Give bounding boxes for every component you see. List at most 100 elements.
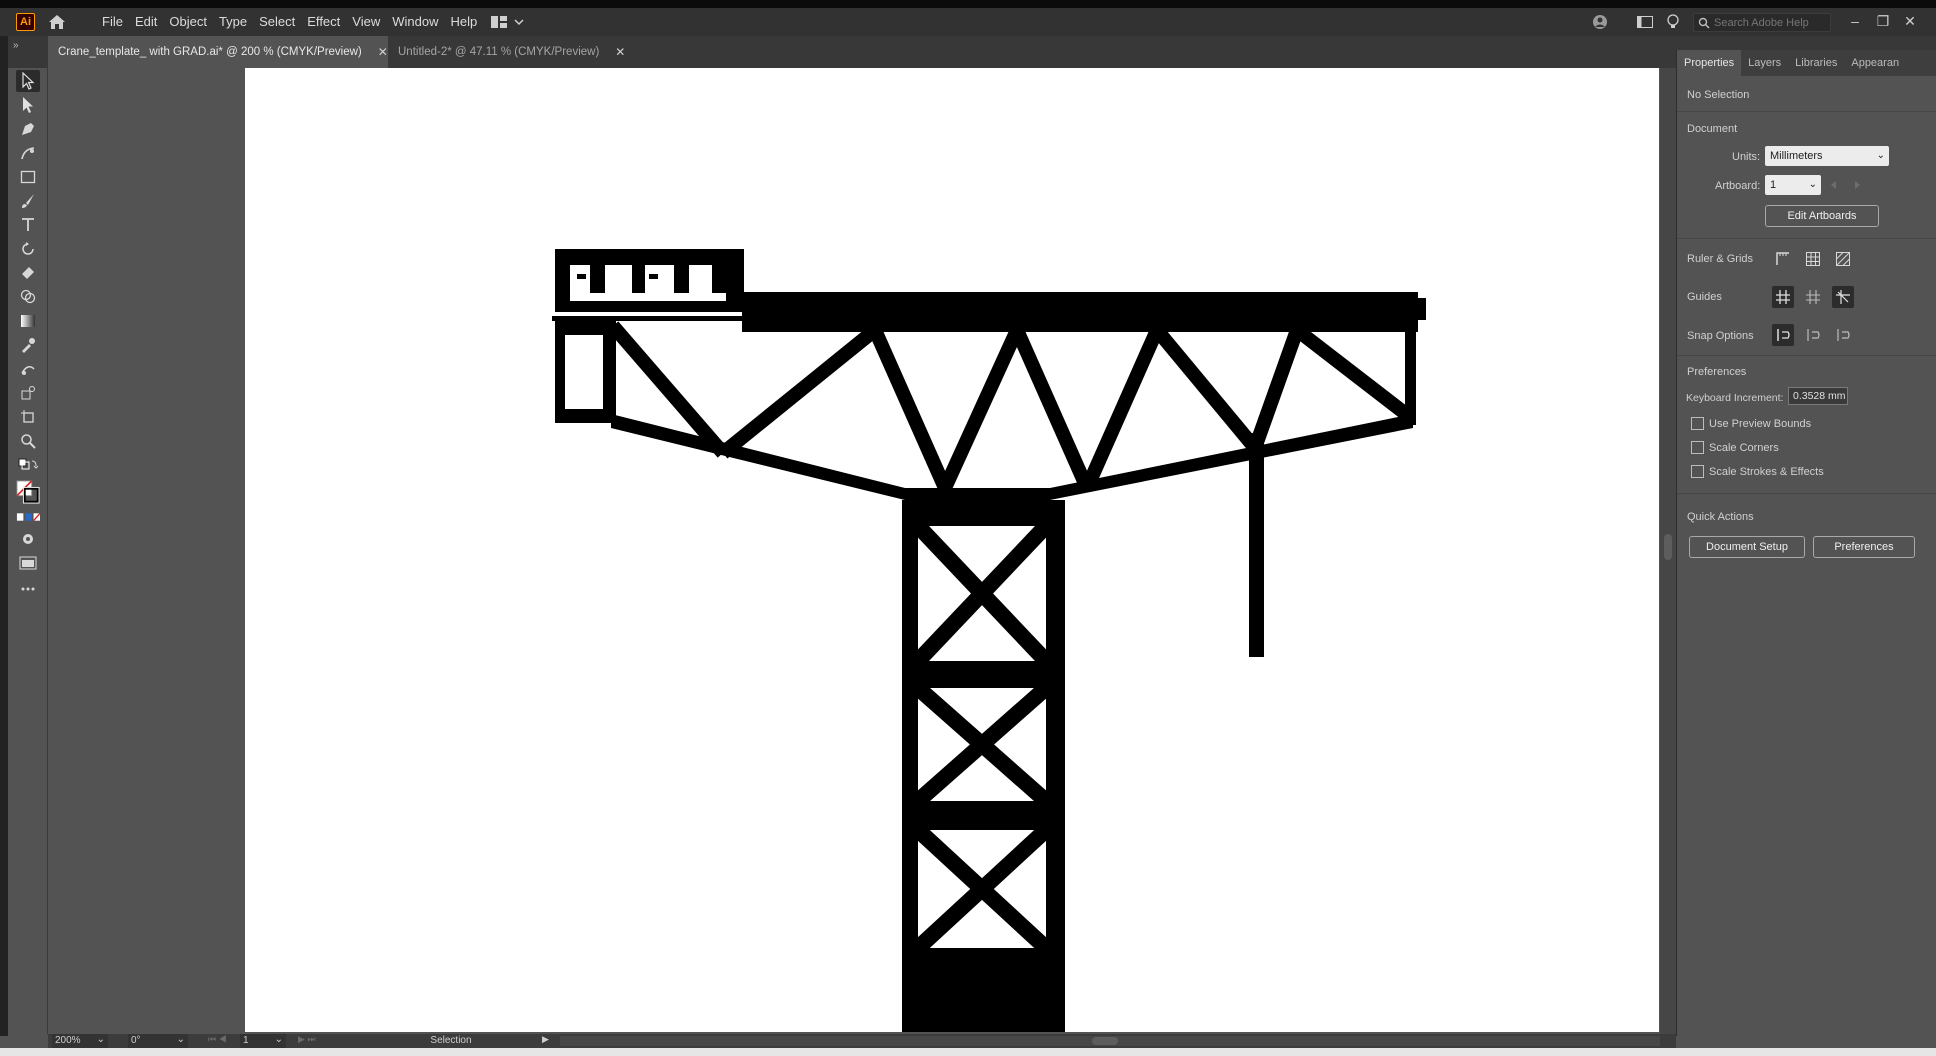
selection-status: No Selection (1687, 89, 1750, 101)
menu-help[interactable]: Help (444, 8, 483, 36)
minimize-button[interactable]: – (1844, 11, 1866, 31)
document-heading: Document (1687, 123, 1738, 135)
toolbar-collapse[interactable]: » (8, 36, 48, 68)
artboard[interactable] (245, 68, 1659, 1032)
checkbox-box[interactable] (1691, 417, 1704, 430)
tab-appearance[interactable]: Appearan (1844, 50, 1906, 76)
menu-edit[interactable]: Edit (129, 8, 163, 36)
search-input[interactable] (1714, 16, 1824, 29)
tab-properties[interactable]: Properties (1677, 50, 1742, 76)
show-guides-icon[interactable] (1772, 286, 1794, 308)
previous-artboard-icon (1831, 181, 1836, 189)
workspace-switcher[interactable] (490, 14, 526, 30)
menu-view[interactable]: View (346, 8, 386, 36)
blend-tool-icon[interactable] (16, 358, 40, 380)
pen-tool-icon[interactable] (16, 118, 40, 140)
checkbox-box[interactable] (1691, 465, 1704, 478)
paintbrush-tool-icon[interactable] (16, 190, 40, 212)
scale-strokes-effects-checkbox[interactable]: Scale Strokes & Effects (1691, 465, 1824, 478)
search-icon (1698, 17, 1710, 29)
eraser-tool-icon[interactable] (16, 262, 40, 284)
zoom-tool-icon[interactable] (16, 430, 40, 452)
type-tool-icon[interactable] (16, 214, 40, 236)
menu-effect[interactable]: Effect (301, 8, 346, 36)
arrange-documents-icon[interactable] (1636, 14, 1654, 30)
selection-tool-icon[interactable] (16, 70, 40, 92)
menu-file[interactable]: File (96, 8, 129, 36)
tab-crane-template[interactable]: Crane_template_ with GRAD.ai* @ 200 % (C… (48, 36, 388, 68)
keyboard-increment-input[interactable]: 0.3528 mm (1788, 387, 1848, 405)
first-artboard-icon[interactable]: ⏮ ◀ (208, 1034, 227, 1045)
crane-artwork[interactable] (245, 68, 1659, 1032)
last-artboard-icon[interactable]: ▶ ⏭ (298, 1034, 316, 1045)
grid-icon[interactable] (1802, 248, 1824, 270)
lock-guides-icon[interactable] (1802, 286, 1824, 308)
search-help[interactable] (1693, 13, 1831, 32)
scrollbar-thumb[interactable] (1092, 1037, 1118, 1045)
menu-object[interactable]: Object (163, 8, 213, 36)
divider (1677, 238, 1936, 239)
window-left-edge (0, 36, 8, 1036)
canvas-area[interactable] (48, 68, 1660, 1034)
status-menu-arrow-icon[interactable]: ▶ (542, 1034, 549, 1045)
rotation-value: 0° (131, 1035, 141, 1046)
horizontal-scrollbar[interactable] (560, 1036, 1660, 1046)
document-setup-button[interactable]: Document Setup (1689, 536, 1805, 558)
color-mode-icon[interactable] (16, 510, 40, 524)
artboard-nav-field[interactable]: 1 ⌄ (240, 1034, 286, 1048)
vertical-scrollbar[interactable] (1660, 68, 1676, 1034)
close-icon[interactable]: ✕ (378, 45, 388, 59)
preferences-button[interactable]: Preferences (1813, 536, 1915, 558)
curvature-tool-icon[interactable] (16, 142, 40, 164)
close-icon[interactable]: ✕ (615, 45, 625, 59)
artboard-nav-arrows[interactable] (1827, 179, 1863, 191)
direct-selection-tool-icon[interactable] (16, 94, 40, 116)
screen-mode-icon[interactable] (16, 552, 40, 574)
restore-button[interactable]: ❐ (1872, 11, 1894, 31)
rotate-tool-icon[interactable] (16, 238, 40, 260)
menu-type[interactable]: Type (213, 8, 253, 36)
use-preview-bounds-checkbox[interactable]: Use Preview Bounds (1691, 417, 1811, 430)
lightbulb-icon[interactable] (1665, 13, 1681, 31)
artboard-tool-icon[interactable] (16, 406, 40, 428)
divider (1677, 111, 1936, 112)
draw-mode-icon[interactable] (16, 528, 40, 550)
smart-guides-icon[interactable] (1832, 286, 1854, 308)
scrollbar-thumb[interactable] (1664, 534, 1672, 560)
profile-icon[interactable] (1590, 13, 1610, 31)
rotation-field[interactable]: 0° ⌄ (128, 1034, 188, 1048)
zoom-field[interactable]: 200% ⌄ (52, 1034, 108, 1048)
snap-to-point-icon[interactable] (1772, 324, 1794, 346)
tab-layers[interactable]: Layers (1741, 50, 1788, 76)
eyedropper-tool-icon[interactable] (16, 334, 40, 356)
current-tool-status[interactable]: Selection (328, 1034, 484, 1048)
more-tools-icon[interactable] (16, 578, 40, 600)
snap-to-glyph-icon[interactable] (1832, 324, 1854, 346)
menu-select[interactable]: Select (253, 8, 301, 36)
gradient-tool-icon[interactable] (16, 310, 40, 332)
menu-window[interactable]: Window (386, 8, 444, 36)
ruler-grids-label: Ruler & Grids (1687, 253, 1754, 265)
home-icon[interactable] (46, 12, 68, 32)
snap-to-pixel-icon[interactable] (1802, 324, 1824, 346)
rectangle-tool-icon[interactable] (16, 166, 40, 188)
default-colors-icon[interactable] (16, 454, 40, 476)
units-label: Units: (1732, 151, 1761, 163)
transparency-grid-icon[interactable] (1832, 248, 1854, 270)
symbol-sprayer-tool-icon[interactable] (16, 382, 40, 404)
scale-corners-checkbox[interactable]: Scale Corners (1691, 441, 1779, 454)
close-window-button[interactable]: ✕ (1899, 11, 1921, 31)
tab-libraries[interactable]: Libraries (1788, 50, 1844, 76)
fill-stroke-swatch[interactable] (16, 478, 40, 506)
edit-artboards-button[interactable]: Edit Artboards (1765, 205, 1879, 227)
units-dropdown[interactable]: Millimeters ⌄ (1765, 146, 1889, 166)
artboard-dropdown[interactable]: 1 ⌄ (1765, 175, 1821, 195)
shape-builder-tool-icon[interactable] (16, 286, 40, 308)
panel-collapse[interactable] (1676, 36, 1936, 50)
checkbox-box[interactable] (1691, 441, 1704, 454)
tab-untitled-2[interactable]: Untitled-2* @ 47.11 % (CMYK/Preview) ✕ (388, 36, 628, 68)
divider (1677, 493, 1936, 494)
status-bar: 200% ⌄ 0° ⌄ ⏮ ◀ 1 ⌄ ▶ ⏭ Selection ▶ (48, 1034, 1676, 1048)
ruler-icon[interactable] (1772, 248, 1794, 270)
tab-label: Crane_template_ with GRAD.ai* @ 200 % (C… (58, 46, 362, 58)
